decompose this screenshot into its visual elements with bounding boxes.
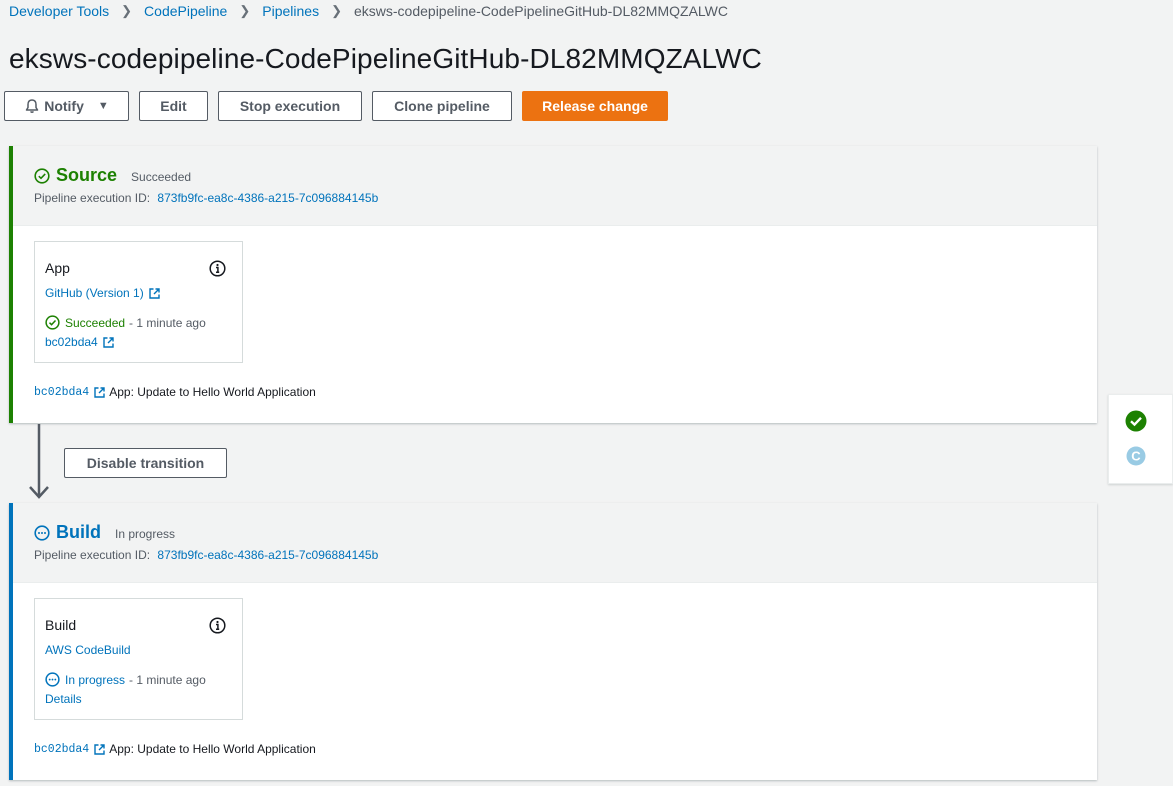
check-circle-icon xyxy=(45,315,60,330)
action-status-time: - 1 minute ago xyxy=(129,315,206,330)
action-name: Build xyxy=(45,617,77,633)
commit-line: bc02bda4 App: Update to Hello World Appl… xyxy=(34,385,316,399)
stage-name: Build xyxy=(56,522,101,542)
page-title: eksws-codepipeline-CodePipelineGitHub-DL… xyxy=(9,43,763,74)
action-status-label[interactable]: In progress xyxy=(65,673,125,687)
action-details: Details xyxy=(45,692,82,706)
external-link-icon[interactable] xyxy=(103,336,114,348)
c-letter: C xyxy=(1131,449,1141,464)
commit-id-link[interactable]: bc02bda4 xyxy=(34,386,89,399)
pipeline-execution-id: Pipeline execution ID: 873fb9fc-ea8c-438… xyxy=(34,548,378,562)
stop-execution-button[interactable]: Stop execution xyxy=(218,91,362,121)
action-provider: GitHub (Version 1) xyxy=(45,286,160,300)
action-status: Succeeded - 1 minute ago xyxy=(45,315,206,330)
stage-source: Source Succeeded Pipeline execution ID: … xyxy=(9,146,1097,423)
action-status-label: Succeeded xyxy=(65,315,126,330)
stage-name: Source xyxy=(56,165,118,185)
commit-message: App: Update to Hello World Application xyxy=(109,742,316,756)
in-progress-icon xyxy=(34,524,50,541)
external-link-icon[interactable] xyxy=(94,743,105,755)
revision-link[interactable]: bc02bda4 xyxy=(45,335,98,349)
in-progress-icon xyxy=(45,672,60,687)
breadcrumb-developer-tools[interactable]: Developer Tools xyxy=(9,3,109,19)
action-name: App xyxy=(45,260,70,276)
stage-status-panel: C xyxy=(1108,394,1173,484)
pipeline-execution-id: Pipeline execution ID: 873fb9fc-ea8c-438… xyxy=(34,191,378,205)
action-status: In progress - 1 minute ago xyxy=(45,672,206,687)
release-change-button[interactable]: Release change xyxy=(522,91,668,121)
stage-status: In progress xyxy=(115,527,176,541)
provider-link[interactable]: AWS CodeBuild xyxy=(45,643,131,657)
commit-id-link[interactable]: bc02bda4 xyxy=(34,743,89,756)
breadcrumb: Developer Tools ❯ CodePipeline ❯ Pipelin… xyxy=(9,3,728,19)
notify-button[interactable]: Notify ▼ xyxy=(4,91,129,121)
action-revision: bc02bda4 xyxy=(45,335,114,349)
external-link-icon[interactable] xyxy=(94,386,105,398)
chevron-right-icon: ❯ xyxy=(121,3,133,18)
action-provider: AWS CodeBuild xyxy=(45,643,131,657)
action-card: Build AWS CodeBuild In progress - 1 minu… xyxy=(34,598,243,720)
bell-icon xyxy=(25,99,39,113)
disable-transition-button[interactable]: Disable transition xyxy=(64,448,227,478)
commit-line: bc02bda4 App: Update to Hello World Appl… xyxy=(34,742,316,756)
edit-button[interactable]: Edit xyxy=(139,91,208,121)
info-icon[interactable] xyxy=(209,617,226,634)
execution-id-label: Pipeline execution ID: xyxy=(34,191,151,205)
breadcrumb-codepipeline[interactable]: CodePipeline xyxy=(144,3,227,19)
execution-id-link[interactable]: 873fb9fc-ea8c-4386-a215-7c096884145b xyxy=(157,191,378,205)
breadcrumb-current: eksws-codepipeline-CodePipelineGitHub-DL… xyxy=(353,3,728,19)
notify-label: Notify xyxy=(44,98,84,114)
stage-status: Succeeded xyxy=(131,170,192,184)
check-circle-icon[interactable] xyxy=(1125,410,1147,432)
breadcrumb-pipelines[interactable]: Pipelines xyxy=(262,3,319,19)
clone-pipeline-button[interactable]: Clone pipeline xyxy=(372,91,512,121)
action-status-time: - 1 minute ago xyxy=(129,672,206,687)
transition-arrow-icon xyxy=(29,424,49,499)
stage-header: Build In progress Pipeline execution ID:… xyxy=(13,503,1097,583)
caret-down-icon: ▼ xyxy=(97,100,109,112)
stage-header: Source Succeeded Pipeline execution ID: … xyxy=(13,146,1097,226)
c-letter-icon[interactable]: C xyxy=(1126,446,1146,466)
execution-id-label: Pipeline execution ID: xyxy=(34,548,151,562)
execution-id-link[interactable]: 873fb9fc-ea8c-4386-a215-7c096884145b xyxy=(157,548,378,562)
details-link[interactable]: Details xyxy=(45,692,82,706)
external-link-icon[interactable] xyxy=(149,287,160,299)
stage-build: Build In progress Pipeline execution ID:… xyxy=(9,503,1097,780)
commit-message: App: Update to Hello World Application xyxy=(109,385,316,399)
chevron-right-icon: ❯ xyxy=(239,3,251,18)
stage-title: Build In progress xyxy=(34,522,175,543)
check-circle-icon xyxy=(34,167,50,184)
provider-link[interactable]: GitHub (Version 1) xyxy=(45,286,144,300)
info-icon[interactable] xyxy=(209,260,226,277)
stage-title: Source Succeeded xyxy=(34,165,191,186)
action-card: App GitHub (Version 1) Succeeded - 1 min… xyxy=(34,241,243,363)
chevron-right-icon: ❯ xyxy=(331,3,342,18)
